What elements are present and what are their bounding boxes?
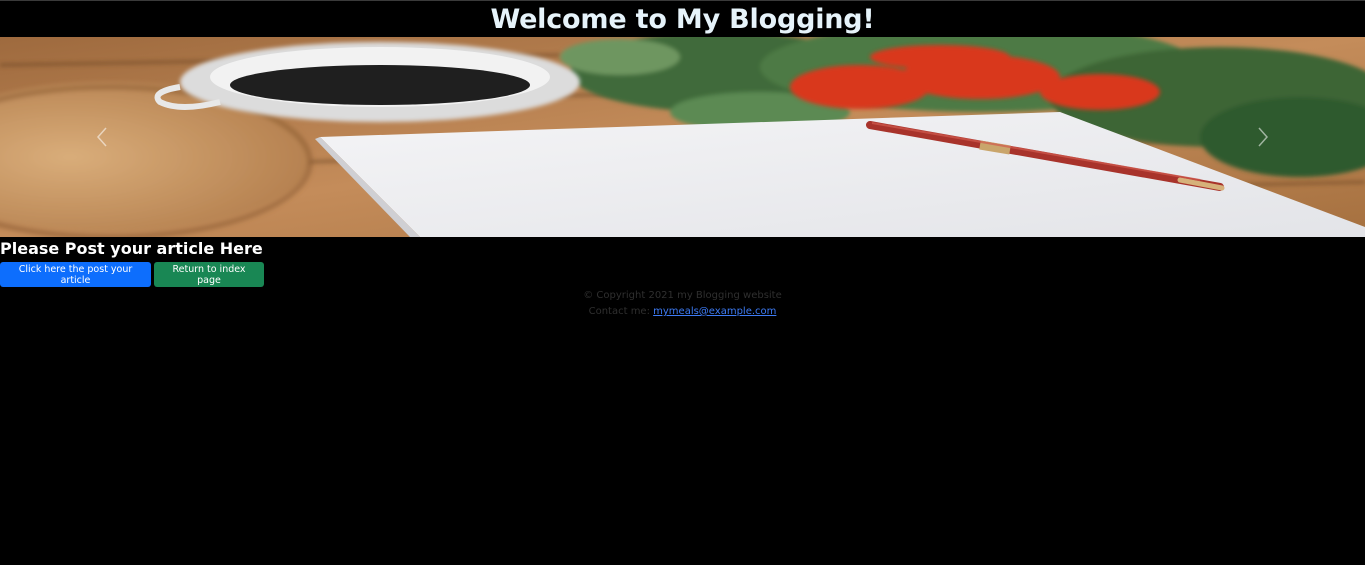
action-buttons: Click here the post your article Return … [0, 262, 1365, 287]
main-content: Please Post your article Here Click here… [0, 237, 1365, 287]
contact-label: Contact me: [588, 306, 654, 317]
site-header: Welcome to My Blogging! [0, 0, 1365, 37]
section-title: Please Post your article Here [0, 239, 263, 258]
carousel-next-button[interactable] [1233, 37, 1293, 237]
return-index-button[interactable]: Return to index page [154, 262, 264, 287]
post-article-button[interactable]: Click here the post your article [0, 262, 151, 287]
chevron-left-icon [96, 127, 107, 147]
site-footer: © Copyright 2021 my Blogging website Con… [0, 288, 1365, 320]
contact-line: Contact me: mymeals@example.com [0, 304, 1365, 320]
carousel-prev-button[interactable] [72, 37, 132, 237]
contact-email-link[interactable]: mymeals@example.com [653, 306, 776, 317]
site-title: Welcome to My Blogging! [490, 3, 875, 35]
image-carousel[interactable] [0, 37, 1365, 237]
chevron-right-icon [1258, 127, 1269, 147]
copyright-text: © Copyright 2021 my Blogging website [583, 290, 782, 301]
carousel-image [0, 37, 1365, 237]
